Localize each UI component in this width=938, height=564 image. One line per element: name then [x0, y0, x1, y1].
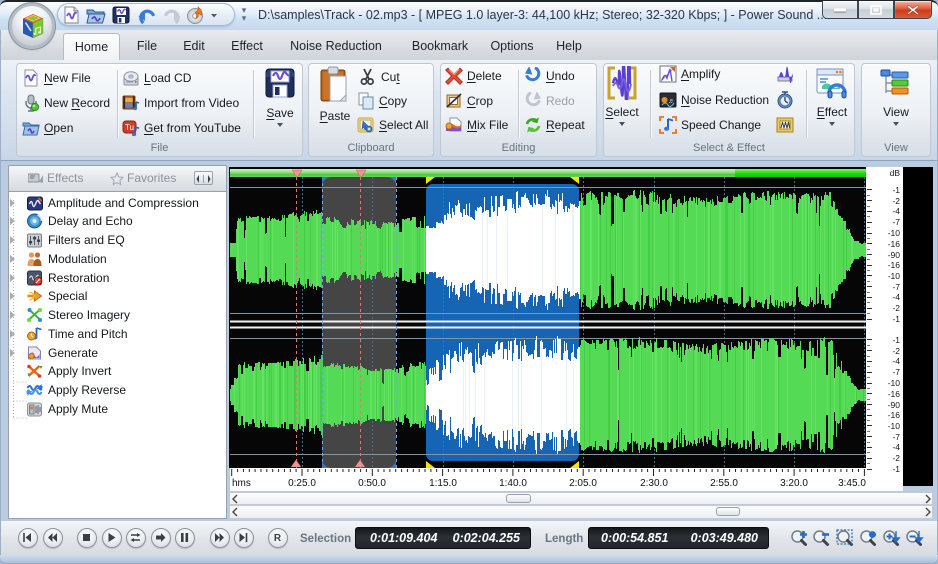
- svg-text:Tu: Tu: [125, 123, 134, 132]
- svg-text:R: R: [274, 533, 282, 544]
